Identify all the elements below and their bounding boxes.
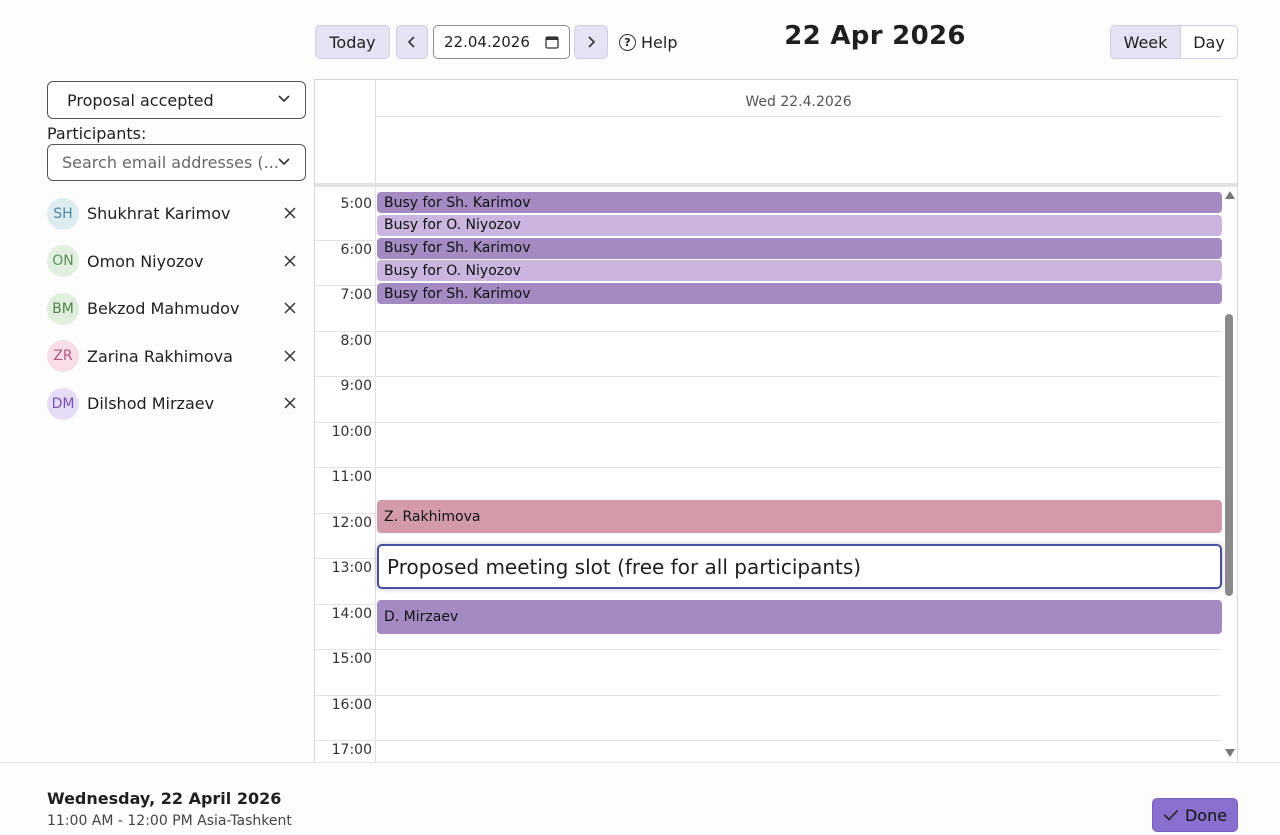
busy-event[interactable]: Busy for Sh. Karimov	[377, 237, 1222, 259]
avatar: ON	[47, 245, 79, 278]
participant-list: SH Shukhrat Karimov ON Omon Niyozov BM Bekzod…	[47, 190, 306, 428]
today-button[interactable]: Today	[315, 25, 390, 59]
participant-name: Zarina Rakhimova	[87, 346, 233, 366]
remove-participant-icon[interactable]	[282, 348, 298, 364]
chevron-down-icon[interactable]	[277, 157, 291, 167]
checkmark-icon	[1163, 809, 1179, 821]
event-z-rakhimova[interactable]: Z. Rakhimova	[377, 500, 1222, 533]
chevron-right-icon	[588, 36, 596, 48]
time-label: 8:00	[340, 332, 372, 349]
proposed-meeting-slot[interactable]: Proposed meeting slot (free for all part…	[377, 544, 1222, 589]
date-input[interactable]: 22.04.2026	[433, 25, 570, 59]
next-button[interactable]	[574, 25, 608, 59]
remove-participant-icon[interactable]	[282, 205, 298, 221]
time-label: 10:00	[331, 423, 372, 440]
event-d-mirzaev[interactable]: D. Mirzaev	[377, 600, 1222, 634]
page-title: 22 Apr 2026	[784, 21, 966, 51]
day-view-button[interactable]: Day	[1181, 25, 1238, 59]
help-icon: ?	[619, 33, 636, 51]
time-label: 14:00	[331, 605, 372, 622]
participant-name: Bekzod Mahmudov	[87, 299, 240, 319]
hour-line	[315, 467, 1221, 468]
remove-participant-icon[interactable]	[282, 395, 298, 411]
scroll-thumb[interactable]	[1225, 314, 1233, 596]
help-link[interactable]: ? Help	[619, 25, 677, 59]
remove-participant-icon[interactable]	[282, 253, 298, 269]
status-select[interactable]: Proposal accepted	[47, 81, 306, 119]
header-gutter	[315, 80, 376, 184]
calendar-header: Wed 22.4.2026	[315, 80, 1221, 184]
participant-item: DM Dilshod Mirzaev	[47, 380, 306, 428]
scroll-down-arrow-icon[interactable]	[1225, 749, 1235, 757]
participant-item: ZR Zarina Rakhimova	[47, 333, 306, 381]
avatar: BM	[47, 292, 79, 325]
help-label: Help	[641, 32, 678, 52]
busy-event[interactable]: Busy for Sh. Karimov	[377, 283, 1222, 305]
all-day-area[interactable]	[376, 117, 1221, 184]
selected-time-range: 11:00 AM - 12:00 PM Asia-Tashkent	[47, 813, 292, 829]
hour-line	[315, 649, 1221, 650]
day-column-header[interactable]: Wed 22.4.2026	[376, 80, 1221, 117]
scroll-up-arrow-icon[interactable]	[1225, 191, 1235, 199]
week-view-button[interactable]: Week	[1110, 25, 1181, 59]
time-label: 15:00	[331, 651, 372, 667]
date-input-value: 22.04.2026	[444, 33, 530, 51]
busy-event[interactable]: Busy for O. Niyozov	[377, 260, 1222, 282]
busy-event[interactable]: Busy for Sh. Karimov	[377, 192, 1222, 213]
time-grid[interactable]: 5:00 6:00 7:00 8:00 9:00 10:00 11:00 12:00 13:00…	[315, 187, 1222, 762]
remove-participant-icon[interactable]	[282, 300, 298, 316]
time-label: 9:00	[340, 378, 372, 394]
time-label: 7:00	[340, 287, 372, 303]
avatar: ZR	[47, 340, 79, 373]
done-label: Done	[1184, 805, 1228, 825]
hour-line	[315, 694, 1221, 696]
hour-line	[315, 376, 1221, 377]
vertical-scrollbar[interactable]	[1220, 187, 1237, 762]
search-placeholder: Search email addresses (...	[62, 153, 279, 172]
participant-name: Omon Niyozov	[87, 251, 204, 271]
calendar-icon[interactable]	[545, 35, 559, 49]
chevron-left-icon	[407, 36, 415, 48]
time-label: 16:00	[331, 696, 372, 713]
hour-line	[315, 421, 1221, 423]
participant-item: ON Omon Niyozov	[47, 238, 306, 286]
previous-button[interactable]	[396, 25, 428, 59]
time-label: 11:00	[331, 469, 372, 485]
status-select-value: Proposal accepted	[67, 90, 214, 110]
selected-date: Wednesday, 22 April 2026	[47, 789, 282, 808]
toolbar: Today 22.04.2026 ? Help 22 Apr 2026 Week…	[315, 21, 1238, 60]
participant-item: SH Shukhrat Karimov	[47, 190, 306, 238]
hour-line	[315, 740, 1221, 741]
participant-item: BM Bekzod Mahmudov	[47, 285, 306, 333]
participant-name: Shukhrat Karimov	[87, 204, 231, 224]
done-button[interactable]: Done	[1152, 798, 1238, 832]
time-label: 12:00	[331, 514, 372, 531]
participant-search-input[interactable]: Search email addresses (...	[47, 144, 306, 181]
participant-name: Dilshod Mirzaev	[87, 394, 215, 414]
footer: Wednesday, 22 April 2026 11:00 AM - 12:0…	[0, 762, 1280, 835]
time-label: 13:00	[331, 560, 372, 576]
time-label: 17:00	[331, 742, 372, 758]
avatar: SH	[47, 197, 79, 230]
view-switch: Week Day	[1110, 25, 1238, 59]
calendar-grid: Wed 22.4.2026 5:00 6:00 7:00 8:00 9:00 10:00 1…	[314, 79, 1238, 762]
avatar: DM	[47, 387, 79, 420]
participants-label: Participants:	[47, 124, 147, 143]
busy-event[interactable]: Busy for O. Niyozov	[377, 214, 1222, 236]
time-label: 6:00	[340, 241, 372, 258]
sidebar: Proposal accepted Participants: Search e…	[47, 81, 306, 428]
time-label: 5:00	[340, 196, 372, 212]
chevron-down-icon	[278, 95, 290, 103]
hour-line	[315, 330, 1221, 332]
